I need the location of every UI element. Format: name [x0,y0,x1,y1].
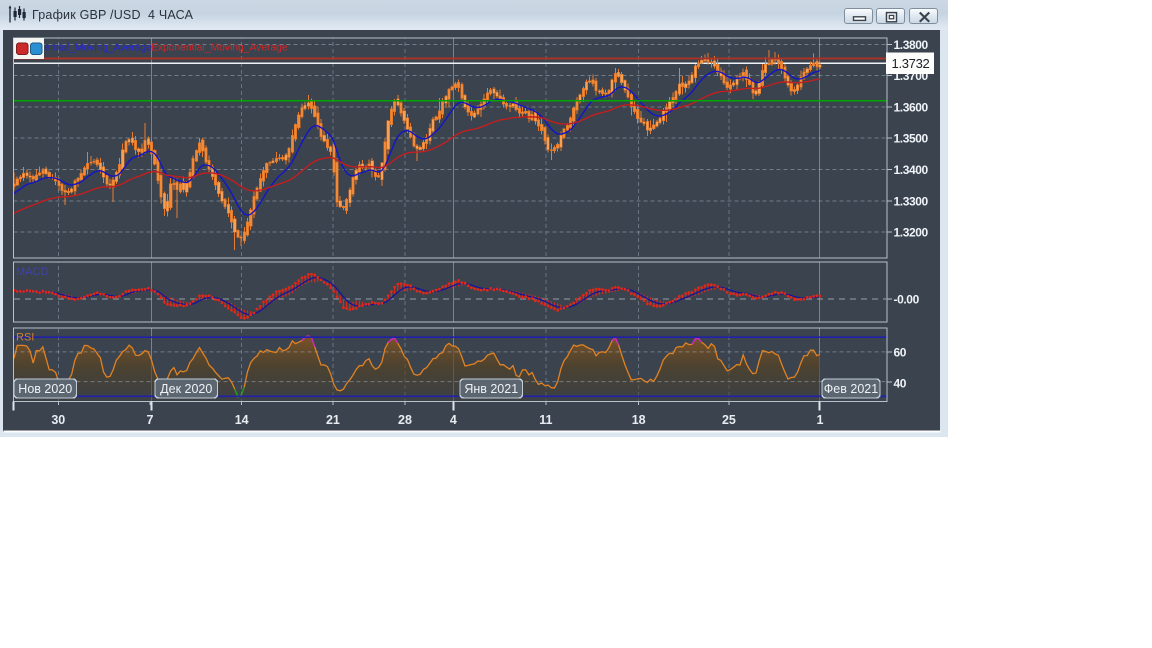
svg-text:1: 1 [817,413,824,427]
svg-text:Exponential_Moving_Average: Exponential_Moving_Average [151,43,288,54]
svg-text:1.3500: 1.3500 [894,132,929,146]
svg-text:ential_Moving_Average: ential_Moving_Average [45,43,153,54]
svg-text:30: 30 [51,413,65,427]
svg-text:1.3400: 1.3400 [894,163,929,177]
svg-text:Нов 2020: Нов 2020 [18,382,72,396]
svg-text:1.3600: 1.3600 [894,100,929,114]
svg-text:1.3300: 1.3300 [894,194,929,208]
svg-text:Дек 2020: Дек 2020 [160,382,212,396]
svg-text:1.3800: 1.3800 [894,38,929,52]
svg-text:18: 18 [632,413,646,427]
svg-text:28: 28 [398,413,412,427]
svg-text:25: 25 [722,413,736,427]
svg-text:40: 40 [894,376,907,390]
svg-text:14: 14 [235,413,249,427]
svg-text:21: 21 [326,413,340,427]
svg-text:1.3732: 1.3732 [892,56,930,71]
svg-text:-0.00: -0.00 [894,293,920,307]
svg-text:1.3200: 1.3200 [894,226,929,240]
svg-text:4: 4 [450,413,457,427]
svg-text:11: 11 [539,413,552,427]
svg-text:60: 60 [894,346,907,360]
svg-text:7: 7 [147,413,154,427]
svg-text:Фев 2021: Фев 2021 [824,382,878,396]
svg-text:MACD: MACD [16,266,48,278]
svg-text:RSI: RSI [16,332,34,344]
svg-text:Янв 2021: Янв 2021 [464,382,518,396]
